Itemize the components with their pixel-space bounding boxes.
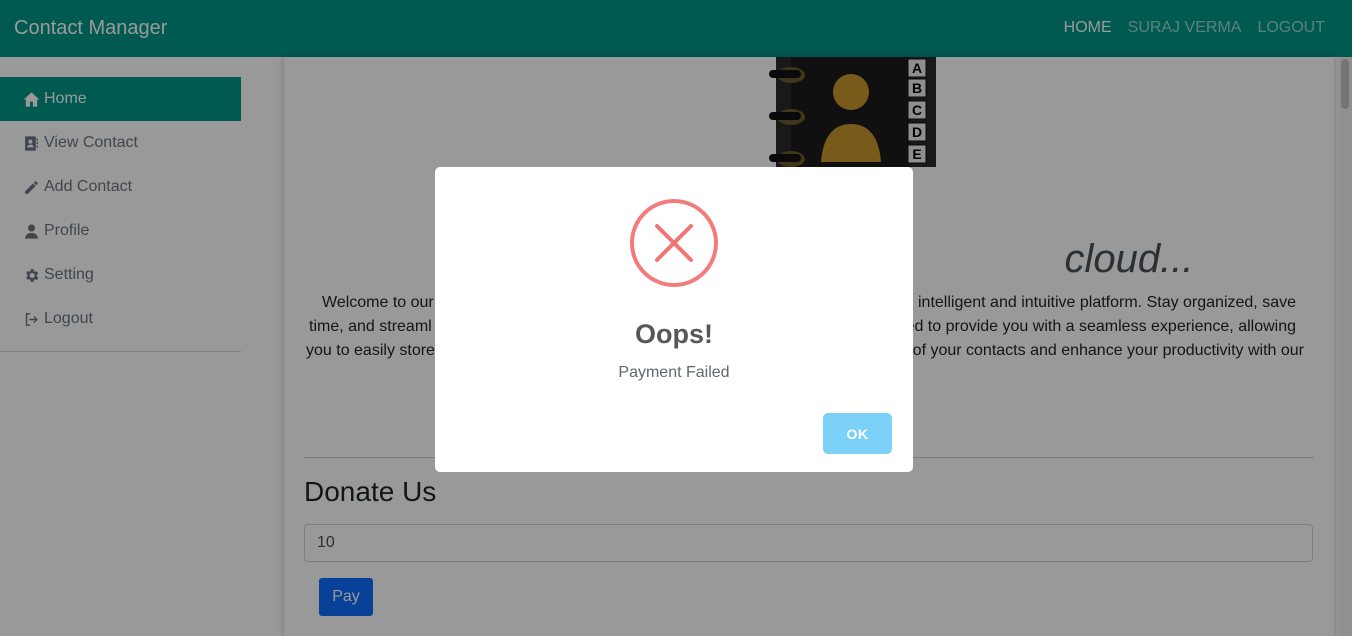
error-x-icon <box>630 199 718 287</box>
modal-title: Oops! <box>635 319 713 349</box>
modal-message: Payment Failed <box>618 364 730 381</box>
error-modal: Oops! Payment Failed OK <box>435 167 913 472</box>
ok-button[interactable]: OK <box>823 413 892 454</box>
